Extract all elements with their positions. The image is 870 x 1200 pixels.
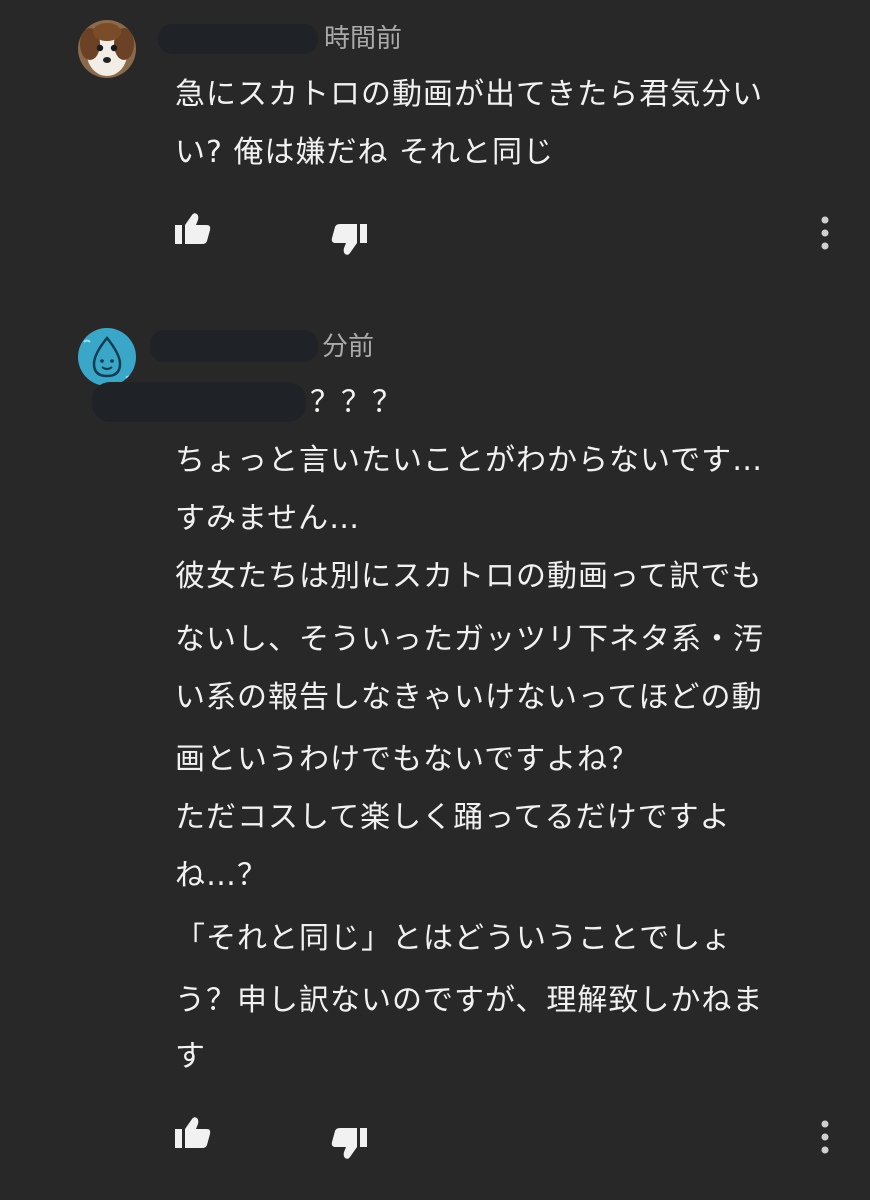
redacted-reply-mention [92, 382, 306, 422]
comment-text-line: ただコスして楽しく踊ってるだけですよ [175, 800, 731, 835]
comment-text-line: すみません… [175, 501, 361, 536]
comment-text-line: ないし、そういったガッツリ下ネタ系・汚 [175, 622, 764, 657]
more-vertical-icon [821, 216, 829, 250]
reply-suffix: ？？？ [310, 385, 403, 420]
dislike-button[interactable] [330, 1126, 368, 1160]
dislike-button[interactable] [330, 222, 368, 256]
avatar[interactable] [78, 328, 136, 386]
water-drop-avatar-icon [78, 328, 136, 386]
comment-text-line: い? 俺は嫌だね それと同じ [175, 135, 554, 170]
comment-text-line: す [175, 1039, 206, 1074]
comment-text-line: 「それと同じ」とはどういうことでしょ [175, 921, 733, 956]
redacted-username [158, 24, 318, 54]
comment-text-line: う？申し訳ないのですが、理解致しかねま [175, 983, 764, 1018]
avatar[interactable] [78, 20, 136, 78]
thumbs-down-icon [331, 1128, 367, 1159]
thumbs-down-icon [331, 224, 367, 255]
comment-text-line: い系の報告しなきゃいけないってほどの動 [175, 680, 763, 715]
thumbs-up-icon [175, 213, 211, 244]
like-button[interactable] [174, 1116, 212, 1150]
more-vertical-icon [821, 1120, 829, 1154]
comment-text-line: 急にスカトロの動画が出てきたら君気分い [175, 77, 764, 112]
comment-timestamp: 分前 [322, 332, 375, 362]
comment-timestamp: 時間前 [324, 24, 403, 54]
comment-text-line: 彼女たちは別にスカトロの動画って訳でも [175, 559, 763, 594]
comment-text-line: ちょっと言いたいことがわからないです… [175, 443, 764, 478]
more-options-button[interactable] [818, 215, 832, 251]
more-options-button[interactable] [818, 1119, 832, 1155]
thumbs-up-icon [175, 1117, 211, 1148]
comment-text-line: 画というわけでもないですよね？ [175, 742, 640, 777]
comment-text-line: ね…？ [175, 858, 268, 893]
redacted-username [150, 330, 318, 362]
like-button[interactable] [174, 212, 212, 246]
dog-avatar-icon [78, 20, 136, 78]
